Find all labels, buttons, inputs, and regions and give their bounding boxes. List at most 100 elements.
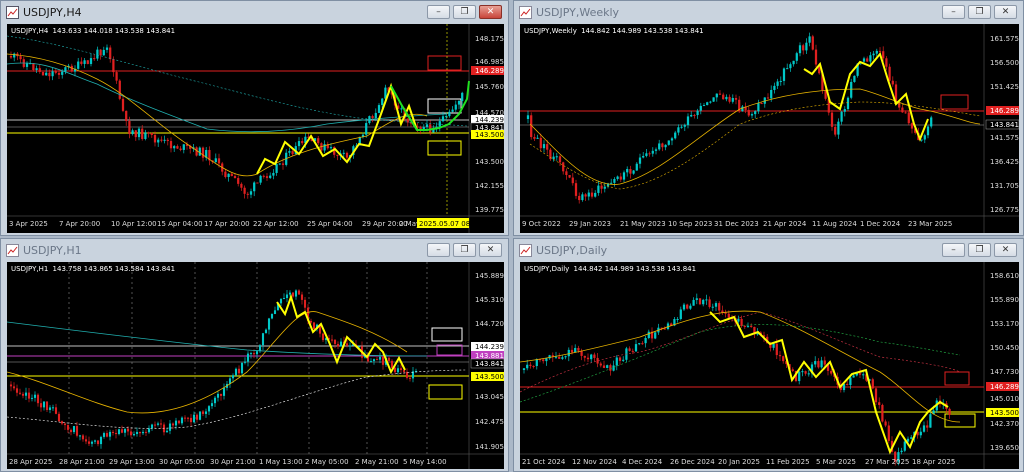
candle-body bbox=[267, 318, 271, 330]
candle-body bbox=[141, 431, 145, 434]
chart-canvas[interactable]: 161.575 156.500 151.425 146.289 143.841 … bbox=[520, 24, 1019, 233]
candle-body bbox=[577, 347, 580, 351]
restore-button[interactable]: ❐ bbox=[453, 5, 476, 19]
candle-body bbox=[132, 434, 136, 436]
resistance-box[interactable] bbox=[940, 94, 969, 110]
candle-body bbox=[269, 175, 272, 178]
candle-body bbox=[775, 343, 778, 356]
candle-body bbox=[201, 411, 205, 414]
candle-body bbox=[448, 111, 451, 117]
time-tick: 2 May 05:00 bbox=[305, 458, 349, 466]
support-box[interactable] bbox=[428, 384, 463, 400]
candle-body bbox=[234, 368, 238, 376]
chart-window-weekly[interactable]: USDJPY,Weekly – ❐ ✕ 161.575 156.500 151.… bbox=[513, 0, 1024, 236]
time-tick: 15 Apr 04:00 bbox=[157, 220, 203, 228]
candle-body bbox=[545, 358, 548, 362]
restore-button[interactable]: ❐ bbox=[968, 243, 991, 257]
price-tick: 142.155 bbox=[475, 182, 504, 190]
price-chart-weekly[interactable]: 161.575 156.500 151.425 146.289 143.841 … bbox=[520, 24, 1019, 233]
ma-slow-line bbox=[7, 62, 448, 133]
candle-body bbox=[801, 371, 804, 373]
candle-body bbox=[131, 130, 134, 135]
red-level-label: 146.289 bbox=[475, 67, 504, 75]
candle-body bbox=[648, 153, 651, 155]
chart-window-h1[interactable]: USDJPY,H1 – ❐ ✕ 145.889 145.310 144.720 … bbox=[0, 238, 509, 472]
candle-body bbox=[881, 404, 884, 422]
candle-body bbox=[83, 60, 86, 64]
candle-body bbox=[372, 359, 376, 362]
title-bar[interactable]: USDJPY,H1 – ❐ ✕ bbox=[1, 239, 508, 261]
window-title: USDJPY,H4 bbox=[23, 5, 82, 19]
price-chart-daily[interactable]: 158.610 155.890 153.170 150.450 147.730 … bbox=[520, 262, 1019, 469]
candle-body bbox=[183, 417, 187, 419]
symbol-label: USDJPY,Daily bbox=[524, 265, 570, 273]
close-button[interactable]: ✕ bbox=[994, 5, 1017, 19]
candle-body bbox=[948, 408, 951, 415]
candle-body bbox=[381, 356, 385, 365]
candle-body bbox=[93, 58, 96, 60]
close-value: 143.841 bbox=[667, 265, 697, 273]
candle-body bbox=[820, 360, 823, 368]
candle-body bbox=[42, 401, 46, 408]
candle-body bbox=[910, 123, 914, 129]
candle-body bbox=[677, 127, 680, 133]
candle-body bbox=[679, 309, 682, 319]
minimize-button[interactable]: – bbox=[427, 5, 450, 19]
cursor-time-label: 2025.05.07 08:00 bbox=[419, 220, 481, 228]
candle-body bbox=[216, 393, 220, 398]
candle-body bbox=[117, 429, 121, 435]
candle-body bbox=[798, 45, 802, 54]
title-bar[interactable]: USDJPY,H4 – ❐ ✕ bbox=[1, 1, 508, 23]
support-box[interactable] bbox=[427, 140, 462, 156]
candle-body bbox=[568, 175, 571, 178]
symbol-header: USDJPY,Weekly 144.842 144.989 143.538 14… bbox=[524, 27, 704, 35]
candle-body bbox=[699, 105, 702, 111]
chart-window-h4[interactable]: USDJPY,H4 – ❐ ✕ 148.175 146.985 145.760 … bbox=[0, 0, 509, 236]
title-bar[interactable]: USDJPY,Weekly – ❐ ✕ bbox=[514, 1, 1023, 23]
candle-body bbox=[9, 56, 13, 58]
candle-body bbox=[180, 417, 184, 424]
magenta-box[interactable] bbox=[436, 344, 463, 356]
candle-body bbox=[622, 172, 626, 180]
chart-canvas[interactable]: 148.175 146.985 145.760 144.570 146.289 … bbox=[7, 24, 504, 233]
candle-body bbox=[21, 393, 25, 396]
restore-button[interactable]: ❐ bbox=[453, 243, 476, 257]
minimize-button[interactable]: – bbox=[427, 243, 450, 257]
candle-body bbox=[779, 80, 782, 82]
candle-body bbox=[336, 343, 340, 347]
candle-body bbox=[303, 299, 307, 308]
open-value: 143.758 bbox=[52, 265, 82, 273]
minimize-button[interactable]: – bbox=[942, 5, 965, 19]
resistance-box[interactable] bbox=[944, 371, 970, 386]
candle-body bbox=[399, 368, 403, 371]
time-tick: 21 Oct 2024 bbox=[522, 458, 566, 466]
chart-canvas[interactable]: 158.610 155.890 153.170 150.450 147.730 … bbox=[520, 262, 1019, 469]
candle-body bbox=[609, 365, 612, 371]
close-button[interactable]: ✕ bbox=[479, 5, 502, 19]
minimize-button[interactable]: – bbox=[942, 243, 965, 257]
candle-body bbox=[264, 329, 268, 334]
price-chart-h4[interactable]: 148.175 146.985 145.760 144.570 146.289 … bbox=[7, 24, 504, 233]
restore-button[interactable]: ❐ bbox=[968, 5, 991, 19]
close-button[interactable]: ✕ bbox=[994, 243, 1017, 257]
candle-body bbox=[454, 104, 457, 110]
close-button[interactable]: ✕ bbox=[479, 243, 502, 257]
chart-window-daily[interactable]: USDJPY,Daily – ❐ ✕ 158.610 155.890 153.1… bbox=[513, 238, 1024, 472]
chart-canvas[interactable]: 145.889 145.310 144.720 144.239 143.881 … bbox=[7, 262, 504, 469]
candle-body bbox=[542, 144, 546, 149]
title-bar[interactable]: USDJPY,Daily – ❐ ✕ bbox=[514, 239, 1023, 261]
resistance-box[interactable] bbox=[427, 55, 462, 71]
candle-body bbox=[114, 432, 118, 435]
candle-body bbox=[129, 431, 133, 436]
pivot-box[interactable] bbox=[431, 327, 463, 342]
time-tick: 1 May 13:00 bbox=[259, 458, 303, 466]
candle-body bbox=[746, 325, 750, 327]
candle-body bbox=[683, 125, 686, 127]
candle-body bbox=[153, 424, 157, 426]
time-tick: 20 Jan 2025 bbox=[718, 458, 760, 466]
candle-body bbox=[231, 375, 235, 379]
candle-body bbox=[272, 172, 275, 176]
price-tick: 158.610 bbox=[990, 272, 1019, 280]
price-chart-h1[interactable]: 145.889 145.310 144.720 144.239 143.881 … bbox=[7, 262, 504, 469]
candle-body bbox=[798, 371, 801, 382]
